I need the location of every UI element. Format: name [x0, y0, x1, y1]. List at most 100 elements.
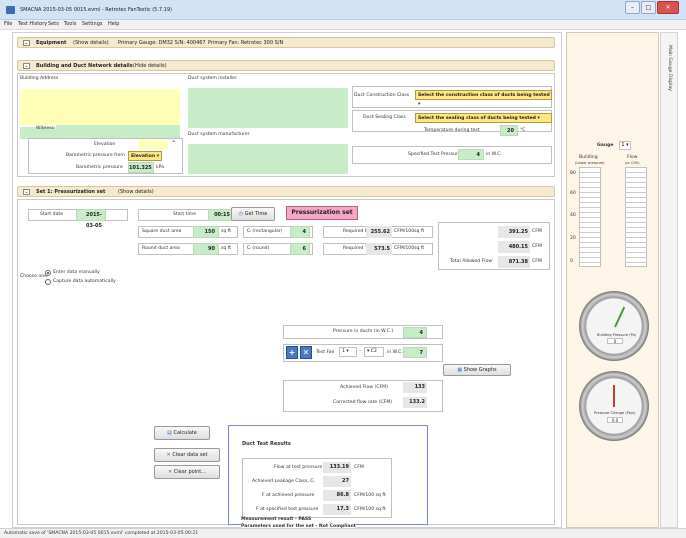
collapse-toggle-icon[interactable]: ⌄: [23, 189, 30, 195]
show-graphs-button[interactable]: ▦ Show Graphs: [443, 364, 511, 376]
menu-tools[interactable]: Tools: [64, 21, 76, 27]
building-address-field[interactable]: [20, 89, 180, 125]
total-flow-value: 871.38: [498, 256, 530, 268]
title-bar: SMACNA 2015-03-05 0015.evml - Retrotec F…: [0, 0, 686, 20]
building-address-label: Building Address: [20, 76, 59, 81]
building-hide-link[interactable]: (Hide details): [133, 63, 167, 69]
pressurization-badge: Pressurization set: [286, 206, 358, 220]
menu-bar: File Test History Sets Tools Settings He…: [0, 20, 686, 30]
dial2-needle: [613, 385, 615, 407]
flow-col-sub: (or Cf/h): [625, 161, 640, 165]
test-fan-label: Test Fan: [316, 350, 335, 355]
cl-rect-label: Cₗ (rectangular): [247, 229, 283, 234]
get-time-button[interactable]: ◷ Get Time: [231, 207, 275, 221]
gauge-panel: Gauge 1 ▾ Building (Lower pressure) Flow…: [566, 32, 659, 528]
measurement-result: Measurement result - PASS: [241, 517, 312, 522]
required-t-value: 573.5: [366, 243, 392, 255]
building-col-sub: (Lower pressure): [575, 161, 605, 165]
witness-field[interactable]: [56, 125, 180, 136]
baro-from-value: Elevation: [131, 154, 156, 159]
flow1-value: 391.25: [498, 226, 530, 238]
graph-icon: ▦: [457, 367, 463, 373]
menu-sets[interactable]: Sets: [48, 21, 59, 27]
clear-data-set-button[interactable]: ✕ Clear data set: [154, 448, 220, 462]
close-button[interactable]: ✕: [657, 1, 679, 14]
dial1-label: Building Pressure (Pa): [597, 333, 637, 337]
radio-manual[interactable]: [45, 270, 51, 276]
collapse-up-icon[interactable]: ⌃: [171, 140, 176, 147]
status-text: Automatic save of 'SMACNA 2015-03-05 001…: [4, 531, 199, 536]
equipment-show-link[interactable]: (Show details): [73, 40, 109, 46]
status-bar: Automatic save of 'SMACNA 2015-03-05 001…: [0, 528, 686, 538]
required-t-label: Required T: [343, 246, 368, 251]
temp-value[interactable]: 20: [500, 125, 518, 136]
window-title: SMACNA 2015-03-05 0015.evml - Retrotec F…: [20, 7, 172, 13]
equipment-header[interactable]: ⌄ Equipment (Show details) Primary Gauge…: [17, 37, 555, 48]
square-area-value[interactable]: 150: [193, 226, 219, 238]
cl-round-label: Cₗ (round): [247, 246, 270, 251]
delete-point-button[interactable]: ✕: [300, 346, 312, 359]
set-pane: Start date 2015-03-05 Start time 00:15 ◷…: [17, 199, 555, 525]
construction-select[interactable]: Select the construction class of ducts b…: [415, 90, 552, 107]
fan-number-select[interactable]: 1 ▾: [339, 347, 357, 357]
start-date-value[interactable]: 2015-03-05: [76, 209, 106, 229]
menu-help[interactable]: Help: [108, 21, 119, 27]
fan-pressure-value[interactable]: 7: [403, 347, 427, 358]
building-bar: [579, 167, 601, 267]
collapse-toggle-icon[interactable]: ⌄: [23, 63, 30, 69]
minimize-button[interactable]: –: [625, 1, 640, 14]
leakage-class-value: 27: [323, 476, 351, 487]
set-header[interactable]: ⌄ Set 1: Pressurization set (Show detail…: [17, 186, 555, 197]
spec-pressure-label: Specified Test Pressure: [408, 152, 461, 157]
building-header[interactable]: ⌄ Building and Duct Network details (Hid…: [17, 60, 555, 71]
gauge-select[interactable]: 1 ▾: [619, 141, 631, 150]
inwc-unit: in W.C.: [387, 350, 403, 355]
baro-from-select[interactable]: Elevation ▾: [128, 151, 162, 161]
set-show-link[interactable]: (Show details): [118, 189, 154, 195]
sealing-select[interactable]: Select the sealing class of ducts being …: [415, 113, 552, 123]
app-icon: [6, 6, 15, 14]
clock-icon: ◷: [238, 211, 244, 217]
elevation-field[interactable]: [138, 140, 168, 149]
radio-auto[interactable]: [45, 279, 51, 285]
main-gauge-display-tab[interactable]: Main Gauge Display: [660, 32, 678, 528]
manufacturer-field[interactable]: [188, 144, 348, 174]
round-area-value[interactable]: 90: [193, 243, 219, 255]
collapse-toggle-icon[interactable]: ⌄: [23, 40, 30, 46]
calculate-label: Calculate: [173, 430, 197, 436]
square-area-label: Square duct area: [142, 229, 182, 234]
start-time-label: Start time: [173, 212, 197, 217]
pressure-value[interactable]: 4: [403, 327, 427, 338]
calculate-button[interactable]: ▤ Calculate: [154, 426, 210, 440]
set-title: Set 1: Pressurization set: [36, 189, 106, 195]
square-area-unit: sq ft: [221, 229, 232, 234]
temp-unit: °C: [520, 128, 526, 133]
add-point-button[interactable]: +: [286, 346, 298, 359]
leakage-class-label: Achieved Leakage Class, Cₗ: [252, 479, 315, 484]
maximize-button[interactable]: □: [641, 1, 656, 14]
cl-round-value[interactable]: 6: [290, 243, 310, 255]
dial2-label: Pressure Change (Pa/s): [594, 411, 636, 415]
menu-settings[interactable]: Settings: [82, 21, 103, 27]
f-specified-unit: CFM/100 sq ft: [354, 507, 386, 512]
menu-file[interactable]: File: [4, 21, 12, 27]
cl-rect-value[interactable]: 4: [290, 226, 310, 238]
show-graphs-label: Show Graphs: [463, 367, 497, 373]
spec-pressure-value[interactable]: 4: [458, 149, 484, 160]
clear-point-button[interactable]: ✕ Clear point...: [154, 465, 220, 479]
primary-fan-label: Primary Fan: Retrotec 300 S/N: [208, 40, 284, 46]
clear-x-icon: ✕: [168, 469, 173, 475]
installer-label: Duct system installer: [188, 76, 237, 81]
tick-80: 80: [570, 171, 576, 176]
installer-field[interactable]: [188, 88, 348, 128]
spec-pressure-unit: in W.C.: [486, 152, 502, 157]
equipment-title: Equipment: [36, 40, 67, 46]
achieved-flow-value: 133: [403, 382, 427, 393]
fan-separator: –: [359, 349, 362, 354]
tick-20: 20: [570, 236, 576, 241]
ring-select[interactable]: ▾ C2: [364, 347, 384, 357]
pressure-label: Pressure in ducts (in W.C.): [333, 329, 394, 334]
radio-manual-label: Enter data manually: [53, 270, 100, 275]
menu-test-history[interactable]: Test History: [18, 21, 47, 27]
clear-data-label: Clear data set: [172, 452, 208, 458]
